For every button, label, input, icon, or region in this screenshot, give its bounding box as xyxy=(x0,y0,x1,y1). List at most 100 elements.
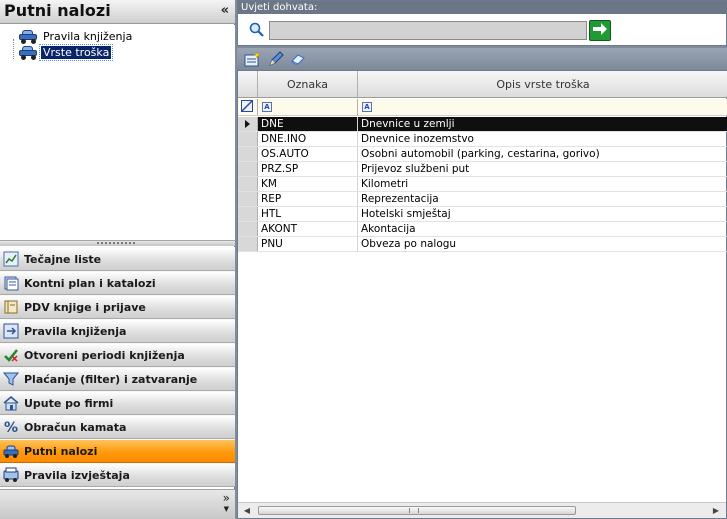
search-icon xyxy=(249,22,264,37)
filter-cell-opis[interactable]: A xyxy=(358,99,727,115)
nav-item-otvoreni-periodi[interactable]: Otvoreni periodi knjiženja xyxy=(0,343,235,367)
nav-item-tecajne-liste[interactable]: Tečajne liste xyxy=(0,247,235,271)
nav-item-label: Pravila knjiženja xyxy=(24,324,127,338)
filter-operator-icon: A xyxy=(362,102,372,112)
current-row-icon xyxy=(245,120,250,128)
search-input[interactable] xyxy=(269,21,587,40)
chevron-right-icon: » xyxy=(222,491,230,505)
row-selector[interactable] xyxy=(238,237,258,251)
scrollbar-thumb[interactable] xyxy=(258,506,576,515)
nav-item-putni-nalozi[interactable]: Putni nalozi xyxy=(0,439,235,463)
table-row[interactable]: DNE.INO Dnevnice inozemstvo xyxy=(238,132,727,147)
filter-row: A A xyxy=(238,99,727,116)
nav-item-placanje-filter[interactable]: Plaćanje (filter) i zatvaranje xyxy=(0,367,235,391)
row-selector[interactable] xyxy=(238,177,258,191)
svg-text:%: % xyxy=(4,420,18,435)
panel-title: Putni nalozi xyxy=(4,1,111,20)
grid-toolbar xyxy=(237,48,727,70)
filter-cell-oznaka[interactable]: A xyxy=(258,99,358,115)
cell-oznaka: OS.AUTO xyxy=(258,147,358,161)
nav-item-label: Kontni plan i katalozi xyxy=(24,276,156,290)
table-row[interactable]: HTL Hotelski smještaj xyxy=(238,207,727,222)
nav-footer: » ▼ xyxy=(0,489,235,519)
cell-oznaka: AKONT xyxy=(258,222,358,236)
cell-opis: Hotelski smještaj xyxy=(361,208,451,220)
row-selector[interactable] xyxy=(238,132,258,146)
tree-view: Pravila knjiženja Vrste troška xyxy=(0,25,235,240)
catalog-icon xyxy=(3,275,19,291)
cell-oznaka: PRZ.SP xyxy=(258,162,358,176)
tree-item-label: Pravila knjiženja xyxy=(43,29,133,43)
nav-item-label: Plaćanje (filter) i zatvaranje xyxy=(24,372,198,386)
cell-opis: Kilometri xyxy=(361,178,409,190)
nav-item-label: Pravila izvještaja xyxy=(24,468,130,482)
horizontal-scrollbar[interactable]: ◀ ▶ xyxy=(238,502,726,518)
cell-opis: Dnevnice u zemlji xyxy=(358,117,727,131)
percent-icon: % xyxy=(3,419,19,436)
nav-item-upute-po-firmi[interactable]: Upute po firmi xyxy=(0,391,235,415)
cell-opis: Akontacija xyxy=(361,223,416,235)
tree-item-label: Vrste troška xyxy=(38,43,114,61)
nav-item-label: Putni nalozi xyxy=(24,444,98,458)
go-button[interactable] xyxy=(589,20,611,41)
table-row[interactable]: PNU Obveza po nalogu xyxy=(238,237,727,252)
tree-item-pravila-knjizenja[interactable]: Pravila knjiženja xyxy=(18,28,134,44)
row-selector[interactable] xyxy=(238,117,258,131)
new-record-button[interactable] xyxy=(243,51,261,67)
scroll-left-icon[interactable]: ◀ xyxy=(241,505,253,516)
chevron-down-icon: ▼ xyxy=(223,505,230,513)
nav-item-label: Otvoreni periodi knjiženja xyxy=(24,348,185,362)
cell-oznaka: REP xyxy=(258,192,358,206)
table-row[interactable]: DNE Dnevnice u zemlji xyxy=(238,117,727,132)
row-selector[interactable] xyxy=(238,192,258,206)
filter-operator-icon: A xyxy=(262,102,272,112)
nav-item-label: Upute po firmi xyxy=(24,396,114,410)
tree-connector xyxy=(13,39,14,59)
car-icon xyxy=(18,45,38,60)
nav-item-kontni-plan[interactable]: Kontni plan i katalozi xyxy=(0,271,235,295)
collapse-panel-button[interactable]: « xyxy=(221,3,229,18)
table-row[interactable]: AKONT Akontacija xyxy=(238,222,727,237)
clear-filter-button[interactable] xyxy=(238,99,258,115)
table-row[interactable]: PRZ.SP Prijevoz službeni put xyxy=(238,162,727,177)
delete-record-button[interactable] xyxy=(289,51,307,67)
table-row[interactable]: OS.AUTO Osobni automobil (parking, cesta… xyxy=(238,147,727,162)
car-icon xyxy=(3,443,19,459)
row-selector[interactable] xyxy=(238,207,258,221)
row-selector[interactable] xyxy=(238,162,258,176)
check-icon xyxy=(3,347,19,363)
edit-record-button[interactable] xyxy=(267,51,285,67)
chart-icon xyxy=(3,251,19,267)
cell-oznaka: PNU xyxy=(258,237,358,251)
clear-filter-icon xyxy=(241,99,253,115)
scroll-right-icon[interactable]: ▶ xyxy=(710,505,722,516)
nav-item-obracun-kamata[interactable]: % Obračun kamata xyxy=(0,415,235,439)
cell-opis: Obveza po nalogu xyxy=(361,238,457,250)
nav-item-pdv-knjige[interactable]: PDV knjige i prijave xyxy=(0,295,235,319)
search-caption: Uvjeti dohvata: xyxy=(238,1,727,14)
table-row[interactable]: KM Kilometri xyxy=(238,177,727,192)
nav-item-pravila-izvjestaja[interactable]: Pravila izvještaja xyxy=(0,463,235,487)
more-nav-button[interactable]: » ▼ xyxy=(222,491,230,514)
tree-item-vrste-troska[interactable]: Vrste troška xyxy=(18,43,114,61)
rules-icon xyxy=(3,323,19,339)
car-icon xyxy=(18,29,38,44)
left-panel: Putni nalozi « Pravila knjiženja Vrste t… xyxy=(0,0,235,519)
column-header-opis[interactable]: Opis vrste troška xyxy=(358,71,727,97)
data-grid: Oznaka Opis vrste troška A A DNE Dnevnic… xyxy=(237,70,727,519)
right-panel: Uvjeti dohvata: Oznaka Opis vrste troška xyxy=(237,0,727,519)
house-icon xyxy=(3,395,19,411)
nav-item-label: PDV knjige i prijave xyxy=(24,300,146,314)
nav-item-label: Obračun kamata xyxy=(24,420,127,434)
arrow-right-icon xyxy=(592,22,608,39)
table-row[interactable]: REP Reprezentacija xyxy=(238,192,727,207)
row-selector[interactable] xyxy=(238,222,258,236)
nav-item-pravila-knjizenja[interactable]: Pravila knjiženja xyxy=(0,319,235,343)
column-header-oznaka[interactable]: Oznaka xyxy=(258,71,358,97)
row-selector[interactable] xyxy=(238,147,258,161)
scrollbar-grip xyxy=(409,508,419,513)
cell-oznaka: DNE xyxy=(258,117,358,131)
panel-splitter[interactable] xyxy=(0,240,235,246)
cell-opis: Osobni automobil (parking, cestarina, go… xyxy=(361,148,600,160)
row-selector-header xyxy=(238,71,258,97)
